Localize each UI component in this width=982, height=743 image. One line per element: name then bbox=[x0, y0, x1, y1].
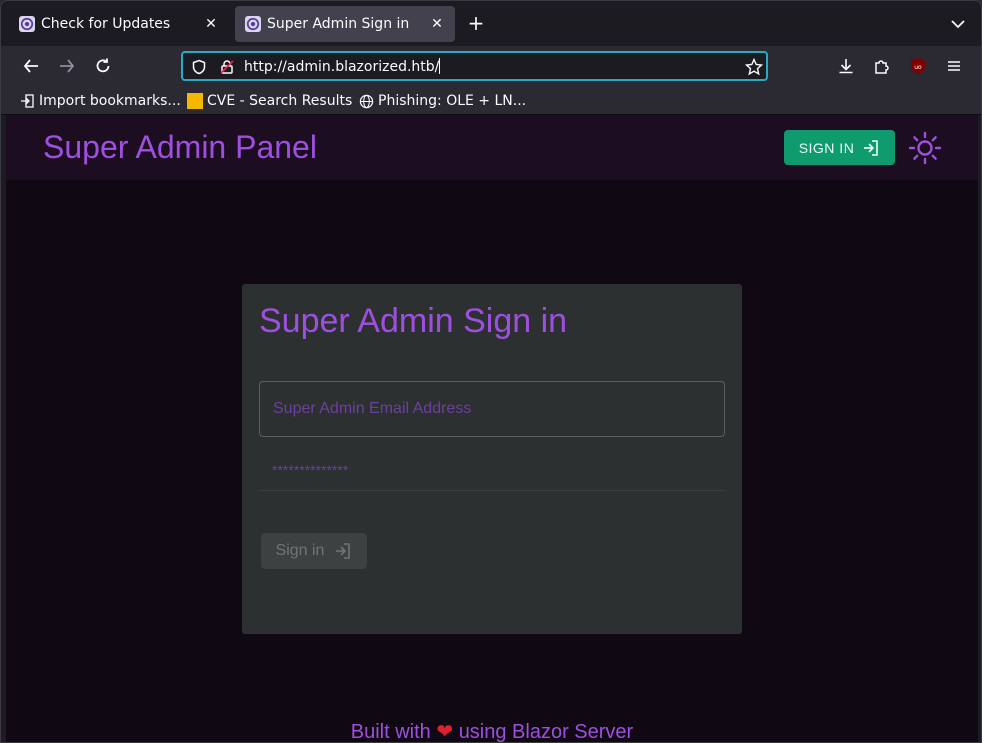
import-icon bbox=[19, 93, 35, 109]
footer: Built with ❤ using Blazor Server bbox=[6, 719, 978, 743]
insecure-lock-icon[interactable] bbox=[219, 59, 235, 75]
arrow-left-icon bbox=[23, 59, 38, 73]
password-input[interactable] bbox=[259, 449, 725, 490]
shield-icon[interactable] bbox=[191, 59, 207, 75]
folder-icon bbox=[187, 93, 203, 109]
chevron-down-icon bbox=[951, 20, 965, 29]
bookmark-import[interactable]: Import bookmarks... bbox=[19, 91, 181, 111]
menu-button[interactable] bbox=[940, 52, 968, 80]
footer-prefix: Built with bbox=[350, 721, 431, 743]
hamburger-menu-icon bbox=[948, 61, 960, 71]
globe-icon bbox=[358, 93, 374, 109]
bookmarks-toolbar: Import bookmarks... CVE - Search Results… bbox=[1, 86, 981, 115]
bookmark-phishing[interactable]: Phishing: OLE + LN... bbox=[358, 91, 526, 111]
app-bar: Super Admin Panel SIGN IN bbox=[6, 115, 978, 180]
ublock-button[interactable]: uo bbox=[904, 52, 932, 80]
new-tab-button[interactable]: + bbox=[465, 13, 487, 35]
tab-label: Super Admin Sign in bbox=[267, 16, 410, 32]
ublock-origin-icon: uo bbox=[911, 58, 925, 74]
close-tab-icon[interactable]: ✕ bbox=[203, 16, 219, 32]
bookmark-label: Phishing: OLE + LN... bbox=[378, 93, 527, 109]
tab-label: Check for Updates bbox=[41, 16, 171, 32]
puzzle-icon bbox=[875, 60, 889, 74]
firefox-icon bbox=[19, 16, 35, 32]
sign-in-button-label: Sign in bbox=[275, 542, 325, 559]
sign-in-button[interactable]: Sign in bbox=[261, 533, 367, 569]
theme-toggle-button[interactable] bbox=[908, 131, 942, 165]
star-icon[interactable] bbox=[745, 58, 763, 76]
downloads-button[interactable] bbox=[832, 52, 860, 80]
bookmark-label: CVE - Search Results bbox=[207, 93, 353, 109]
firefox-icon bbox=[245, 16, 261, 32]
close-tab-icon[interactable]: ✕ bbox=[429, 16, 445, 32]
forward-button[interactable] bbox=[53, 52, 81, 80]
login-icon bbox=[336, 543, 351, 559]
password-field[interactable] bbox=[259, 449, 725, 491]
sun-icon bbox=[908, 131, 942, 165]
back-button[interactable] bbox=[17, 52, 45, 80]
tab-super-admin-sign-in[interactable]: Super Admin Sign in ✕ bbox=[235, 6, 455, 42]
card-title: Super Admin Sign in bbox=[259, 302, 568, 340]
sign-in-card: Super Admin Sign in Sign in bbox=[242, 284, 742, 634]
sign-in-label: SIGN IN bbox=[798, 139, 855, 156]
footer-suffix: using Blazor Server bbox=[458, 721, 634, 743]
tab-check-for-updates[interactable]: Check for Updates ✕ bbox=[9, 6, 229, 42]
download-icon bbox=[839, 59, 853, 74]
reload-icon bbox=[96, 58, 110, 73]
bookmark-label: Import bookmarks... bbox=[39, 93, 181, 109]
email-field[interactable] bbox=[259, 381, 725, 437]
web-page: Super Admin Panel SIGN IN Super Admin Si… bbox=[6, 115, 978, 743]
app-title: Super Admin Panel bbox=[43, 129, 317, 165]
login-icon bbox=[864, 139, 879, 156]
url-text[interactable]: http://admin.blazorized.htb/ bbox=[244, 58, 441, 75]
address-bar[interactable]: http://admin.blazorized.htb/ bbox=[181, 51, 768, 81]
arrow-right-icon bbox=[60, 59, 75, 73]
bookmark-cve-search[interactable]: CVE - Search Results bbox=[187, 91, 352, 111]
extensions-button[interactable] bbox=[868, 52, 896, 80]
tab-bar: Check for Updates ✕ Super Admin Sign in … bbox=[1, 1, 981, 46]
reload-button[interactable] bbox=[89, 52, 117, 80]
heart-icon: ❤ bbox=[436, 721, 454, 743]
browser-window: Check for Updates ✕ Super Admin Sign in … bbox=[0, 0, 982, 743]
svg-text:uo: uo bbox=[914, 64, 922, 71]
list-all-tabs-button[interactable] bbox=[947, 13, 969, 35]
header-sign-in-button[interactable]: SIGN IN bbox=[784, 130, 895, 165]
email-input[interactable] bbox=[260, 382, 724, 436]
navigation-bar: http://admin.blazorized.htb/ uo bbox=[1, 46, 981, 86]
